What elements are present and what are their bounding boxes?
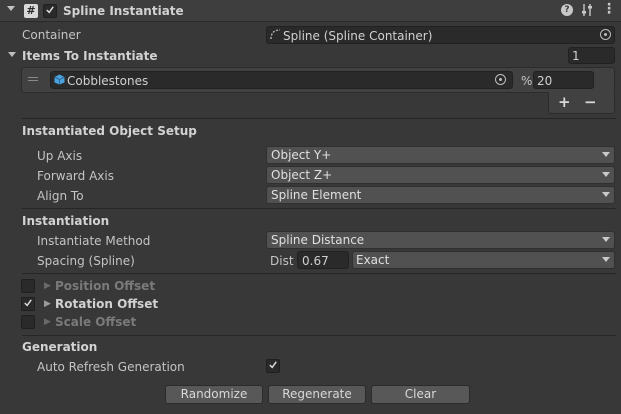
chevron-down-icon	[602, 152, 610, 157]
up-axis-value: Object Y+	[271, 148, 332, 162]
dist-label: Dist	[270, 254, 294, 268]
drag-handle-icon[interactable]	[28, 77, 38, 83]
randomize-button[interactable]: Randomize	[165, 385, 263, 404]
dist-value: 0.67	[302, 254, 329, 268]
context-menu-icon[interactable]: ⋮	[602, 2, 616, 16]
chevron-down-icon	[602, 172, 610, 177]
scale-offset-foldout-icon[interactable]: ▶	[44, 318, 51, 327]
divider	[22, 208, 616, 209]
scale-offset-label[interactable]: Scale Offset	[55, 316, 136, 328]
spacing-label: Spacing (Spline)	[37, 254, 135, 268]
instantiate-method-label: Instantiate Method	[37, 234, 151, 248]
align-to-value: Spline Element	[271, 188, 362, 202]
items-to-instantiate-label: Items To Instantiate	[22, 49, 158, 63]
position-offset-foldout-icon[interactable]: ▶	[44, 282, 51, 291]
forward-axis-value: Object Z+	[271, 168, 333, 182]
position-offset-label[interactable]: Position Offset	[55, 280, 155, 292]
container-label: Container	[22, 28, 81, 42]
chevron-down-icon	[602, 257, 610, 262]
remove-item-button[interactable]: −	[584, 95, 597, 110]
prefab-icon	[54, 74, 65, 85]
items-foldout-arrow-icon[interactable]	[8, 52, 16, 57]
spacing-mode-value: Exact	[356, 253, 390, 267]
rotation-offset-foldout-icon[interactable]: ▶	[44, 300, 51, 309]
checkmark-icon	[24, 299, 32, 307]
checkmark-icon	[269, 361, 277, 369]
component-title: Spline Instantiate	[63, 4, 184, 18]
divider	[22, 118, 616, 119]
divider	[22, 273, 616, 274]
items-count-value: 1	[572, 49, 580, 63]
presets-icon[interactable]	[581, 3, 593, 17]
help-icon[interactable]: ?	[561, 4, 573, 16]
rotation-offset-label[interactable]: Rotation Offset	[55, 298, 158, 310]
section-title-setup: Instantiated Object Setup	[22, 124, 197, 138]
instantiate-method-value: Spline Distance	[271, 233, 365, 247]
position-offset-checkbox[interactable]	[21, 279, 35, 293]
section-title-instantiation: Instantiation	[22, 214, 110, 228]
regenerate-button[interactable]: Regenerate	[268, 385, 366, 404]
spline-container-icon	[270, 29, 281, 40]
up-axis-label: Up Axis	[37, 149, 83, 163]
object-picker-icon[interactable]	[600, 29, 611, 40]
checkmark-icon	[46, 6, 54, 14]
clear-button[interactable]: Clear	[371, 385, 470, 404]
item-object-value: Cobblestones	[67, 74, 149, 88]
foldout-arrow-icon[interactable]	[7, 6, 15, 11]
percent-label: %	[521, 74, 533, 88]
divider	[22, 335, 616, 336]
auto-refresh-checkbox[interactable]	[266, 359, 280, 373]
chevron-down-icon	[602, 237, 610, 242]
script-icon: #	[24, 4, 38, 18]
item-percent-value: 20	[537, 74, 553, 88]
rotation-offset-checkbox[interactable]	[21, 297, 35, 311]
add-item-button[interactable]: +	[558, 95, 571, 110]
forward-axis-label: Forward Axis	[37, 169, 114, 183]
spacing-mode-dropdown[interactable]	[352, 251, 615, 269]
item-object-picker-icon[interactable]	[495, 74, 506, 85]
align-to-label: Align To	[37, 189, 84, 203]
chevron-down-icon	[602, 192, 610, 197]
section-title-generation: Generation	[22, 340, 98, 354]
container-value: Spline (Spline Container)	[283, 29, 433, 43]
component-enabled-checkbox[interactable]	[43, 4, 57, 18]
scale-offset-checkbox[interactable]	[21, 315, 35, 329]
auto-refresh-label: Auto Refresh Generation	[37, 360, 185, 374]
